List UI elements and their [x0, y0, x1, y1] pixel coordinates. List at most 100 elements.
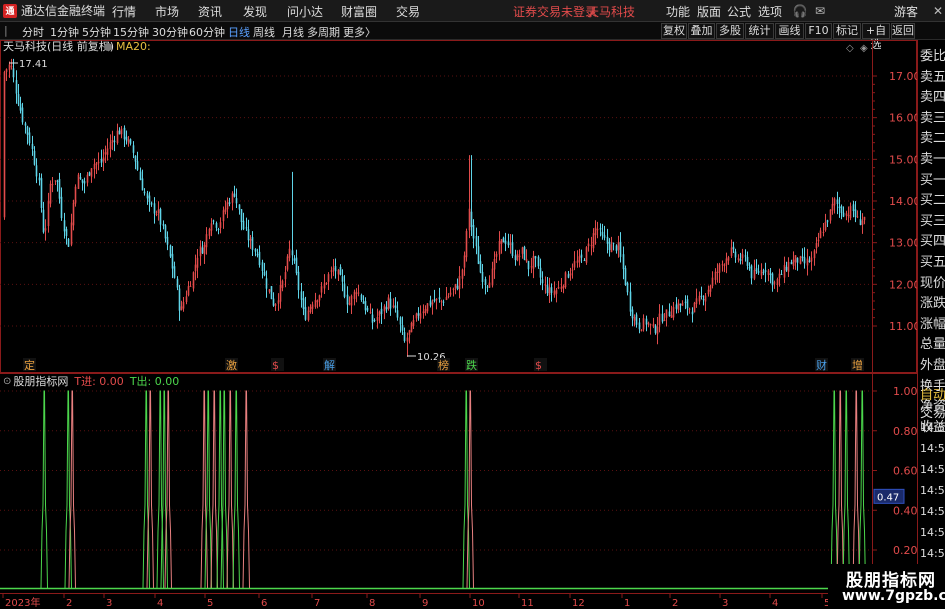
message-icon[interactable]: ✉ [812, 3, 828, 19]
right-menu-item-2[interactable]: 公式 [727, 3, 751, 20]
candle-body [787, 261, 790, 272]
candle-body [143, 191, 146, 194]
candle-body [688, 308, 691, 310]
toolbar-button-3[interactable]: 统计 [745, 23, 774, 39]
indicator-axis-label: 0.60 [893, 465, 917, 478]
toolbar-button-6[interactable]: 标记 [833, 23, 861, 39]
period-2[interactable]: 5分钟 [82, 24, 111, 40]
signal-pulse [40, 390, 48, 589]
menu-item-3[interactable]: 发现 [243, 3, 267, 20]
chart-canvas[interactable]: 天马科技(日线 前复权)MA20: ◇ ◈ 17.00 16.00 15.00 14.00 1… [0, 40, 917, 609]
close-icon[interactable]: ✕ [930, 3, 945, 19]
indicator-header: ⊙ 股朋指标网 T进: 0.00 T出: 0.00 [0, 374, 179, 388]
quote-label-1: 卖五 [920, 69, 945, 85]
period-6[interactable]: 日线 [228, 24, 250, 40]
candle-body [297, 271, 300, 291]
indicator-toggle-icon[interactable]: ⊙ [3, 376, 11, 387]
candle-body [8, 64, 11, 70]
candle-body [626, 282, 629, 293]
candle-body [5, 69, 8, 72]
candle-body [732, 246, 735, 250]
right-menu-item-0[interactable]: 功能 [666, 3, 690, 20]
candle-body [477, 246, 480, 264]
candle-body [845, 213, 848, 216]
toolbar-button-5[interactable]: F10 [805, 23, 832, 39]
period-1[interactable]: 1分钟 [50, 24, 79, 40]
toolbar-button-4[interactable]: 画线 [775, 23, 804, 39]
signal-pulse [156, 390, 164, 589]
settings-diamond-icon: ◈ [860, 43, 868, 54]
candle-body [337, 269, 340, 275]
period-4[interactable]: 30分钟 [152, 24, 188, 40]
candle-body [251, 237, 254, 250]
candle-body [548, 287, 551, 296]
candle-body [383, 306, 386, 312]
candle-body [249, 238, 252, 241]
candle-body [686, 299, 689, 309]
indicator-name[interactable]: 股朋指标网 [13, 373, 68, 389]
candle-body [109, 142, 112, 150]
candle-body [419, 313, 422, 319]
candle-body [608, 241, 611, 251]
headset-icon[interactable]: 🎧 [792, 3, 808, 19]
candle-body [755, 268, 758, 272]
candle-body [178, 288, 181, 311]
event-marker-7: 财 [816, 358, 827, 372]
candle-body [93, 164, 96, 170]
candle-body [578, 256, 581, 262]
candle-body [412, 320, 415, 326]
panel-tab-0[interactable]: 自动 [920, 384, 945, 403]
menu-item-6[interactable]: 交易 [396, 3, 420, 20]
candle-body [762, 272, 765, 274]
period-8[interactable]: 月线 [282, 24, 304, 40]
toolbar-button-0[interactable]: 复权 [661, 23, 687, 39]
candle-body [215, 223, 218, 228]
candle-body [663, 319, 666, 321]
candle-body [610, 244, 613, 253]
period-3[interactable]: 15分钟 [113, 24, 149, 40]
candle-body [523, 246, 526, 260]
period-0[interactable]: 分时 [22, 24, 44, 40]
candle-body [182, 302, 185, 309]
toolbar-button-2[interactable]: 多股 [716, 23, 744, 39]
event-marker-8: 增 [852, 358, 863, 372]
login-status[interactable]: 证券交易未登录 [513, 3, 597, 20]
candle-body [245, 227, 248, 229]
menu-item-0[interactable]: 行情 [112, 3, 136, 20]
candle-body [615, 245, 618, 251]
candle-body [702, 299, 705, 301]
quote-label-12: 涨跌 [920, 296, 945, 312]
period-5[interactable]: 60分钟 [189, 24, 225, 40]
menu-item-4[interactable]: 问小达 [287, 3, 323, 20]
period-10[interactable]: 更多〉 [343, 24, 376, 40]
signal-pulse [210, 390, 218, 589]
toolbar-button-8[interactable]: 返回 [891, 23, 915, 39]
menu-item-5[interactable]: 财富圈 [341, 3, 377, 20]
candle-body [139, 171, 142, 180]
candle-body [272, 298, 275, 306]
right-menu-item-3[interactable]: 选项 [758, 3, 782, 20]
trade-time-4: 14:56 [920, 505, 945, 518]
right-menu-item-1[interactable]: 版面 [697, 3, 721, 20]
candle-body [263, 271, 266, 276]
guest-label[interactable]: 游客 [894, 3, 918, 20]
candle-body [767, 270, 770, 275]
candle-body [435, 298, 438, 301]
toolbar-button-1[interactable]: 叠加 [688, 23, 715, 39]
candle-body [658, 313, 661, 326]
toolbar-button-7[interactable]: +自选 [862, 23, 890, 51]
panel-tab-1[interactable]: 交易 [920, 402, 945, 421]
period-9[interactable]: 多周期 [307, 24, 340, 40]
candle-body [396, 310, 399, 318]
candle-body [488, 282, 491, 288]
event-marker-6: $ [535, 359, 542, 372]
candle-body [224, 208, 227, 212]
menu-item-1[interactable]: 市场 [155, 3, 179, 20]
quote-label-10: 买五 [920, 255, 945, 270]
menu-item-2[interactable]: 资讯 [198, 3, 222, 20]
candle-body [408, 330, 411, 335]
candle-body [410, 322, 413, 333]
period-7[interactable]: 周线 [253, 24, 275, 40]
candle-body [518, 255, 521, 258]
candle-body [470, 211, 473, 228]
